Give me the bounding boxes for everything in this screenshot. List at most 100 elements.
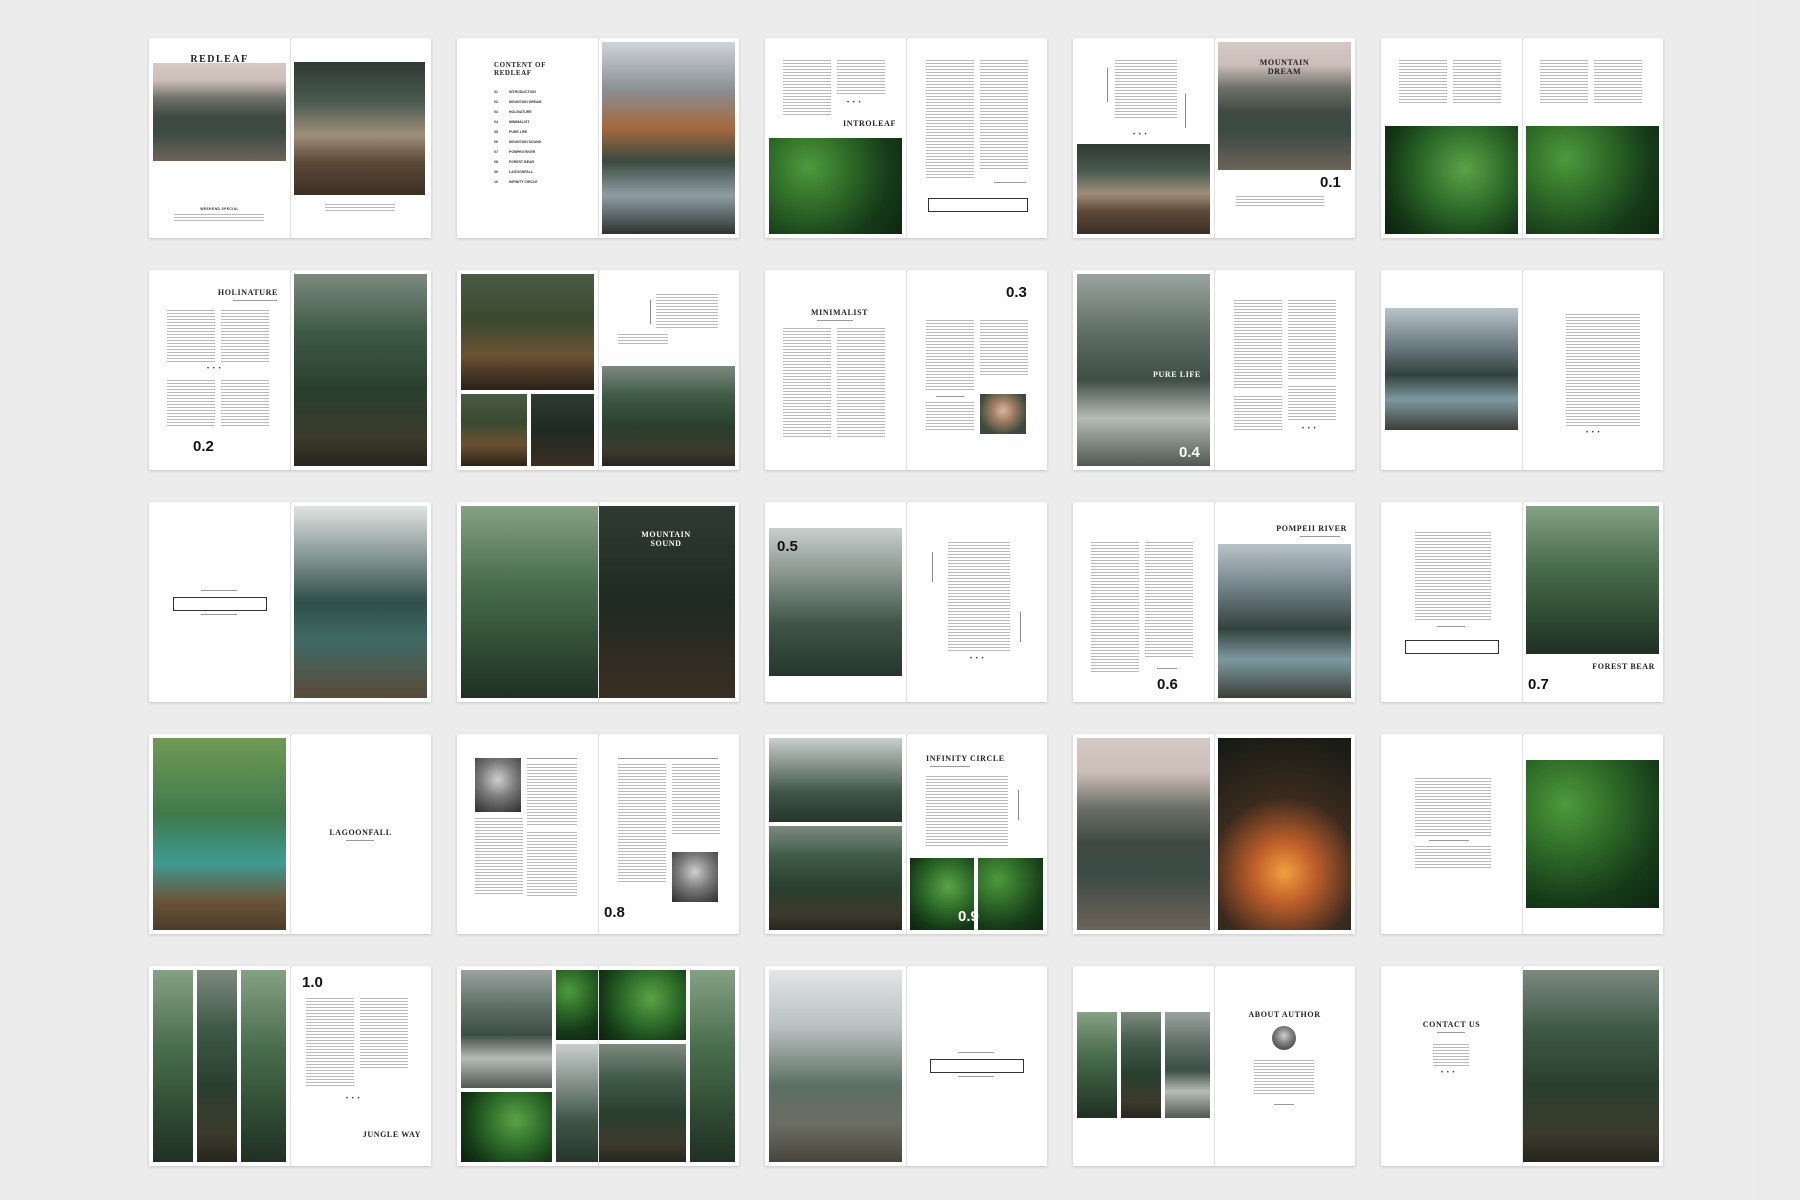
river-photo xyxy=(461,970,552,1088)
spread-pure-life[interactable]: PURE LIFE 0.4 • • • xyxy=(1073,270,1355,470)
toc-entry[interactable]: PURE LIFE xyxy=(509,130,527,134)
toc-entry[interactable]: MOUNTAIN SOUND xyxy=(509,140,541,144)
divider xyxy=(958,1076,994,1077)
page-right: MOUNTAIN SOUND xyxy=(598,502,739,702)
divider xyxy=(930,766,970,767)
author-bio-text xyxy=(1254,1060,1314,1096)
body-text xyxy=(1453,60,1501,104)
body-text xyxy=(1415,778,1491,836)
spread-mosaic[interactable] xyxy=(457,966,739,1166)
toc-entry[interactable]: INFINITY CIRCLE xyxy=(509,180,538,184)
forest-stream-photo xyxy=(294,274,427,466)
body-text xyxy=(926,402,974,432)
page-right xyxy=(290,38,431,238)
body-text xyxy=(948,542,1010,652)
spread-minimalist[interactable]: MINIMALIST 0.3 xyxy=(765,270,1047,470)
body-text xyxy=(1236,196,1324,208)
cover-photo xyxy=(153,63,286,161)
toc-entry[interactable]: INTRODUCTION xyxy=(509,90,536,94)
toc-entry[interactable]: 05 xyxy=(494,130,498,134)
body-text xyxy=(926,776,1008,846)
section-title: PURE LIFE xyxy=(1153,370,1201,379)
toc-entry[interactable]: 08 xyxy=(494,160,498,164)
toc-entry[interactable]: 07 xyxy=(494,150,498,154)
spread-contact-us[interactable]: CONTACT US • • • xyxy=(1381,966,1663,1166)
spread-08[interactable]: 0.8 xyxy=(457,734,739,934)
spread-jungle[interactable] xyxy=(1381,734,1663,934)
page-left: CONTENT OF REDLEAF 01 INTRODUCTION 02 MO… xyxy=(457,38,598,238)
divider xyxy=(1429,840,1469,841)
spread-river-quote[interactable] xyxy=(765,966,1047,1166)
dock-photo xyxy=(294,62,425,195)
spread-infinity-circle[interactable]: INFINITY CIRCLE 0.9 xyxy=(765,734,1047,934)
bridge-photo xyxy=(461,274,594,390)
spread-holinature[interactable]: HOLINATURE • • • 0.2 xyxy=(149,270,431,470)
spread-toc[interactable]: CONTENT OF REDLEAF 01 INTRODUCTION 02 MO… xyxy=(457,38,739,238)
spread-about-author[interactable]: ABOUT AUTHOR xyxy=(1073,966,1355,1166)
contact-text xyxy=(1433,1044,1469,1066)
toc-entry[interactable]: MINIMALIST xyxy=(509,120,529,124)
spread-jungle-way[interactable]: 1.0 • • • JUNGLE WAY xyxy=(149,966,431,1166)
ornament: • • • xyxy=(1302,426,1317,432)
section-title: MOUNTAIN DREAM xyxy=(1259,58,1310,77)
toc-entry[interactable]: 10 xyxy=(494,180,498,184)
page-right xyxy=(906,966,1047,1166)
spread-05[interactable]: 0.5 • • • xyxy=(765,502,1047,702)
chapter-number: 0.5 xyxy=(777,538,798,555)
toc-entry[interactable]: 06 xyxy=(494,140,498,144)
section-title: INTROLEAF xyxy=(843,119,896,128)
fern-photo xyxy=(598,970,686,1040)
page-left xyxy=(457,502,598,702)
forest-photo xyxy=(461,506,598,698)
toc-entry[interactable]: FOREST BEAR xyxy=(509,160,534,164)
toc-entry[interactable]: 01 xyxy=(494,90,498,94)
toc-entry[interactable]: 09 xyxy=(494,170,498,174)
body-text xyxy=(1234,396,1282,432)
body-text xyxy=(656,294,718,328)
chapter-number: 0.1 xyxy=(1320,174,1341,191)
page-right: POMPEII RIVER xyxy=(1214,502,1355,702)
section-title: CONTACT US xyxy=(1422,1020,1481,1029)
body-text xyxy=(783,60,831,115)
spread-campfire[interactable] xyxy=(1073,734,1355,934)
toc-entry[interactable]: 03 xyxy=(494,110,498,114)
toc-entry[interactable]: LAGOONFALL xyxy=(509,170,533,174)
page-right: • • • xyxy=(906,502,1047,702)
section-title: FOREST BEAR xyxy=(1592,662,1655,671)
spread-bridge[interactable] xyxy=(457,270,739,470)
fern-photo xyxy=(556,970,598,1040)
spread-canyon[interactable]: • • • xyxy=(1381,270,1663,470)
section-title: HOLINATURE xyxy=(217,288,278,297)
body-text xyxy=(1540,60,1588,104)
toc-entry[interactable]: 02 xyxy=(494,100,498,104)
body-text xyxy=(527,764,577,826)
spread-introleaf[interactable]: • • • INTROLEAF xyxy=(765,38,1047,238)
body-text xyxy=(1145,542,1193,657)
page-left xyxy=(457,270,598,470)
portrait-photo-man xyxy=(672,852,718,902)
toc-entry[interactable]: HOLINATURE xyxy=(509,110,532,114)
divider xyxy=(1274,1104,1294,1105)
divider xyxy=(201,614,237,615)
body-text xyxy=(221,310,269,362)
spread-cover[interactable]: REDLEAF Nature Style Lookbook WEEKEND SP… xyxy=(149,38,431,238)
body-text xyxy=(527,832,577,896)
page-left xyxy=(1073,734,1214,934)
page-left xyxy=(1381,270,1522,470)
toc-entry[interactable]: MOUNTAIN DREAM xyxy=(509,100,541,104)
spread-ferns[interactable] xyxy=(1381,38,1663,238)
spread-lagoonfall[interactable]: LAGOONFALL xyxy=(149,734,431,934)
spread-mountain-dream[interactable]: • • • MOUNTAIN DREAM 0.1 xyxy=(1073,38,1355,238)
portrait-photo-woman xyxy=(475,758,521,812)
toc-entry[interactable]: POMPEII RIVER xyxy=(509,150,535,154)
spread-mountain-sound[interactable]: MOUNTAIN SOUND xyxy=(457,502,739,702)
page-right xyxy=(1522,966,1663,1166)
spread-forest-bear[interactable]: FOREST BEAR 0.7 xyxy=(1381,502,1663,702)
lagoon-photo xyxy=(153,738,286,930)
chapter-number: 0.3 xyxy=(1006,284,1027,301)
page-left xyxy=(457,966,598,1166)
spread-pompeii-river[interactable]: 0.6 POMPEII RIVER xyxy=(1073,502,1355,702)
toc-entry[interactable]: 04 xyxy=(494,120,498,124)
forest-river-photo xyxy=(1522,970,1659,1162)
spread-quote-boat[interactable] xyxy=(149,502,431,702)
